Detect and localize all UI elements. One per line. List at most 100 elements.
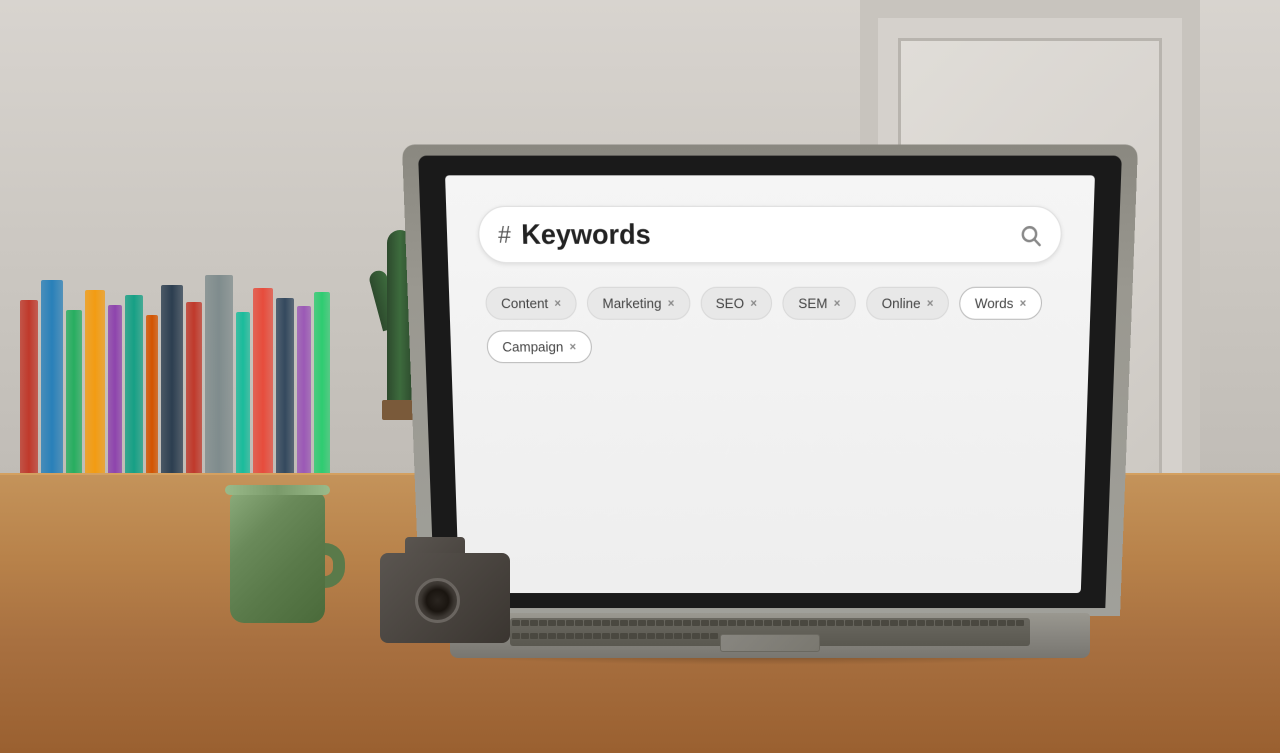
search-input-display[interactable]: Keywords (521, 218, 1020, 252)
keyboard-key (656, 633, 664, 639)
keyboard-key (638, 633, 646, 639)
keyboard-key (692, 633, 700, 639)
keyboard-key (575, 620, 583, 626)
keyboard-key (566, 620, 574, 626)
keyboard-key (755, 620, 763, 626)
keyboard-key (971, 620, 979, 626)
keyboard-key (665, 620, 673, 626)
keyboard-key (845, 620, 853, 626)
keyboard-key (602, 620, 610, 626)
keyboard-key (521, 620, 529, 626)
keyboard-key (836, 620, 844, 626)
keyboard-key (710, 620, 718, 626)
keyboard-key (881, 620, 889, 626)
tag-label: SEM (798, 295, 827, 311)
mug-rim (225, 485, 330, 495)
book-item (20, 300, 38, 500)
tag-label: Words (975, 295, 1014, 311)
keyboard-key (575, 633, 583, 639)
keyboard-key (584, 620, 592, 626)
camera-lens (415, 578, 460, 623)
keyboard-key (800, 620, 808, 626)
tag-remove-button[interactable]: × (927, 297, 934, 310)
keyboard-key (773, 620, 781, 626)
book-item (66, 310, 82, 500)
keyboard-key (764, 620, 772, 626)
keyboard-key (629, 633, 637, 639)
keyboard-key (710, 633, 718, 639)
keyboard-key (683, 620, 691, 626)
keyboard-key (647, 620, 655, 626)
keyboard-key (530, 620, 538, 626)
tags-area: Content×Marketing×SEO×SEM×Online×Words×C… (480, 287, 1060, 363)
keyboard-key (782, 620, 790, 626)
tag-remove-button[interactable]: × (569, 340, 576, 353)
keyboard-key (557, 633, 565, 639)
book-item (125, 295, 143, 500)
book-item (186, 302, 202, 500)
tag-remove-button[interactable]: × (554, 297, 561, 310)
tag-label: Marketing (602, 295, 661, 311)
scene: # Keywords Content×Marketing×SEO×SEM×Onl… (0, 0, 1280, 753)
keyboard-key (548, 620, 556, 626)
keyboard-key (611, 620, 619, 626)
keyboard-key (692, 620, 700, 626)
keyboard-key (701, 633, 709, 639)
mug-body (230, 493, 325, 623)
keyboard-key (530, 633, 538, 639)
book-item (108, 305, 122, 500)
keyboard-key (539, 633, 547, 639)
tag-label: Campaign (502, 339, 563, 355)
book-item (41, 280, 63, 500)
tag-remove-button[interactable]: × (750, 297, 757, 310)
tag-remove-button[interactable]: × (668, 297, 675, 310)
laptop: # Keywords Content×Marketing×SEO×SEM×Onl… (420, 158, 1120, 658)
laptop-base (450, 613, 1090, 658)
book-item (85, 290, 105, 500)
keyboard-key (1007, 620, 1015, 626)
keyboard-key (1016, 620, 1024, 626)
tag-pill[interactable]: SEO× (700, 287, 772, 320)
keyboard-key (890, 620, 898, 626)
laptop-touchpad (720, 634, 820, 652)
laptop-screen: # Keywords Content×Marketing×SEO×SEM×Onl… (445, 175, 1095, 593)
book-item (161, 285, 183, 500)
keyboard-key (872, 620, 880, 626)
keyboard-key (647, 633, 655, 639)
keyboard-key (854, 620, 862, 626)
tag-pill[interactable]: SEM × (783, 287, 856, 320)
tag-pill[interactable]: Online× (866, 287, 949, 320)
keyboard-key (593, 620, 601, 626)
tag-pill[interactable]: Words × (959, 287, 1042, 320)
keyboard-key (674, 633, 682, 639)
keyboard-key (638, 620, 646, 626)
keyboard-key (737, 620, 745, 626)
keyboard-key (629, 620, 637, 626)
tag-pill[interactable]: Content× (485, 287, 577, 320)
keyboard-key (683, 633, 691, 639)
tag-pill[interactable]: Marketing × (587, 287, 690, 320)
keyboard-key (521, 633, 529, 639)
search-bar[interactable]: # Keywords (477, 206, 1062, 263)
keyboard-key (566, 633, 574, 639)
keyboard-key (602, 633, 610, 639)
tag-remove-button[interactable]: × (834, 297, 841, 310)
tag-pill[interactable]: Campaign × (486, 330, 591, 363)
keyboard-key (818, 620, 826, 626)
keyboard-key (665, 633, 673, 639)
keyboard-key (701, 620, 709, 626)
keyboard-key (539, 620, 547, 626)
keyboard-key (908, 620, 916, 626)
keyboard-key (548, 633, 556, 639)
keyboard-key (953, 620, 961, 626)
search-icon (1019, 223, 1043, 247)
screen-content: # Keywords Content×Marketing×SEO×SEM×Onl… (445, 175, 1095, 593)
coffee-mug (215, 463, 345, 623)
keyboard-key (746, 620, 754, 626)
books-shelf (0, 120, 380, 500)
screen-bezel: # Keywords Content×Marketing×SEO×SEM×Onl… (418, 156, 1122, 608)
keyboard-key (827, 620, 835, 626)
keyboard-key (962, 620, 970, 626)
keyboard-key (620, 633, 628, 639)
tag-remove-button[interactable]: × (1019, 297, 1026, 310)
